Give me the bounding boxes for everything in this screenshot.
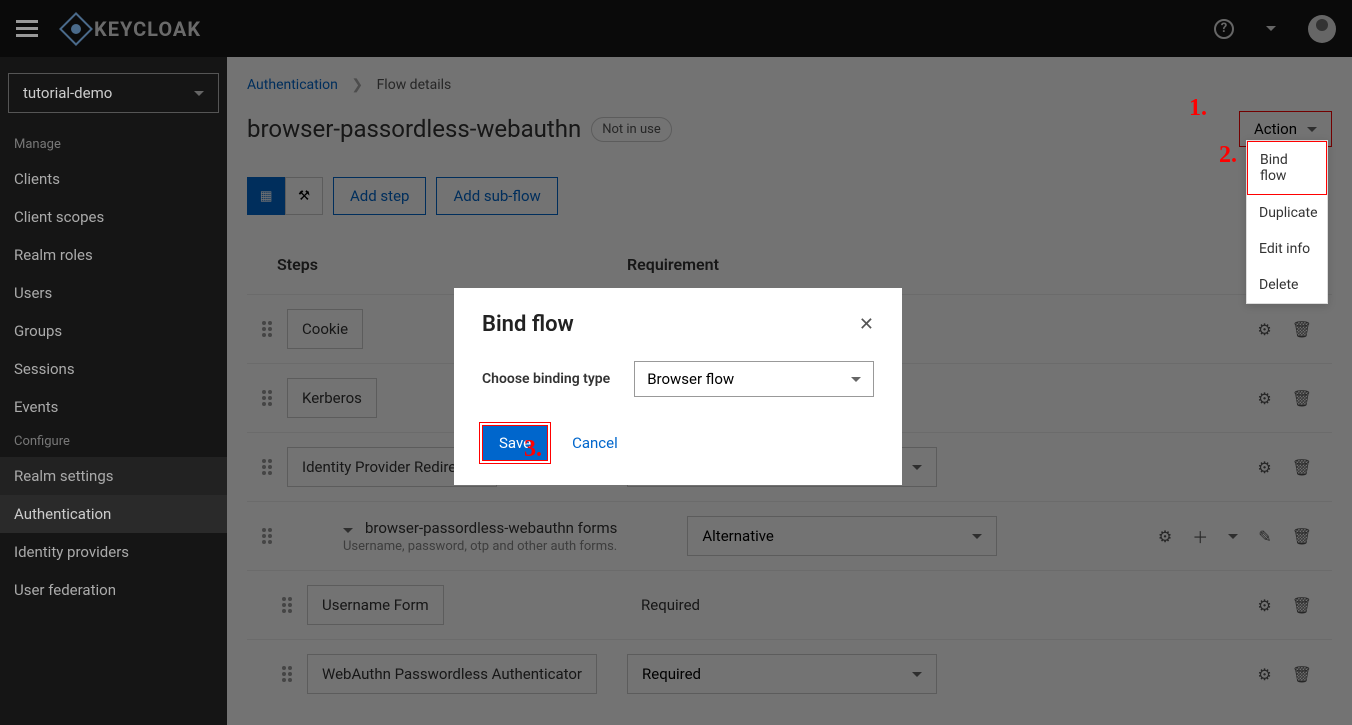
- sidebar-item-identity-providers[interactable]: Identity providers: [0, 533, 227, 571]
- binding-type-select[interactable]: Browser flow: [634, 361, 874, 397]
- help-icon[interactable]: ?: [1214, 19, 1234, 39]
- sidebar-item-sessions[interactable]: Sessions: [0, 350, 227, 388]
- nav-section-manage: Manage: [0, 129, 227, 160]
- realm-name: tutorial-demo: [23, 84, 112, 102]
- sidebar-item-users[interactable]: Users: [0, 274, 227, 312]
- annotation-3: 3.: [524, 436, 542, 463]
- sidebar-item-authentication[interactable]: Authentication: [0, 495, 227, 533]
- sidebar-item-realm-roles[interactable]: Realm roles: [0, 236, 227, 274]
- sidebar-item-realm-settings[interactable]: Realm settings: [0, 457, 227, 495]
- binding-type-value: Browser flow: [647, 370, 734, 388]
- action-menu: Bind flow Duplicate Edit info Delete: [1246, 140, 1328, 304]
- chevron-down-icon: [194, 91, 204, 96]
- action-duplicate[interactable]: Duplicate: [1247, 195, 1327, 231]
- sidebar-item-client-scopes[interactable]: Client scopes: [0, 198, 227, 236]
- annotation-2: 2.: [1219, 142, 1237, 169]
- logo-icon: [59, 12, 93, 46]
- chevron-down-icon: [851, 377, 861, 382]
- menu-toggle[interactable]: [16, 17, 40, 41]
- action-edit-info[interactable]: Edit info: [1247, 231, 1327, 267]
- bind-flow-modal: Bind flow ✕ Choose binding type Browser …: [454, 288, 902, 485]
- sidebar-item-events[interactable]: Events: [0, 388, 227, 426]
- action-bind-flow[interactable]: Bind flow: [1247, 141, 1327, 195]
- logo-text: KEYCLOAK: [94, 17, 201, 41]
- annotation-1: 1.: [1189, 95, 1207, 122]
- sidebar-item-clients[interactable]: Clients: [0, 160, 227, 198]
- binding-type-label: Choose binding type: [482, 371, 610, 387]
- sidebar-item-groups[interactable]: Groups: [0, 312, 227, 350]
- user-menu-caret[interactable]: [1266, 26, 1276, 31]
- realm-selector[interactable]: tutorial-demo: [8, 73, 219, 113]
- cancel-button[interactable]: Cancel: [572, 434, 618, 452]
- modal-title: Bind flow: [482, 312, 574, 337]
- sidebar-item-user-federation[interactable]: User federation: [0, 571, 227, 609]
- close-icon[interactable]: ✕: [859, 314, 874, 335]
- logo: KEYCLOAK: [64, 17, 201, 41]
- nav-section-configure: Configure: [0, 426, 227, 457]
- action-delete[interactable]: Delete: [1247, 267, 1327, 303]
- sidebar: tutorial-demo Manage Clients Client scop…: [0, 57, 227, 725]
- avatar[interactable]: [1308, 15, 1336, 43]
